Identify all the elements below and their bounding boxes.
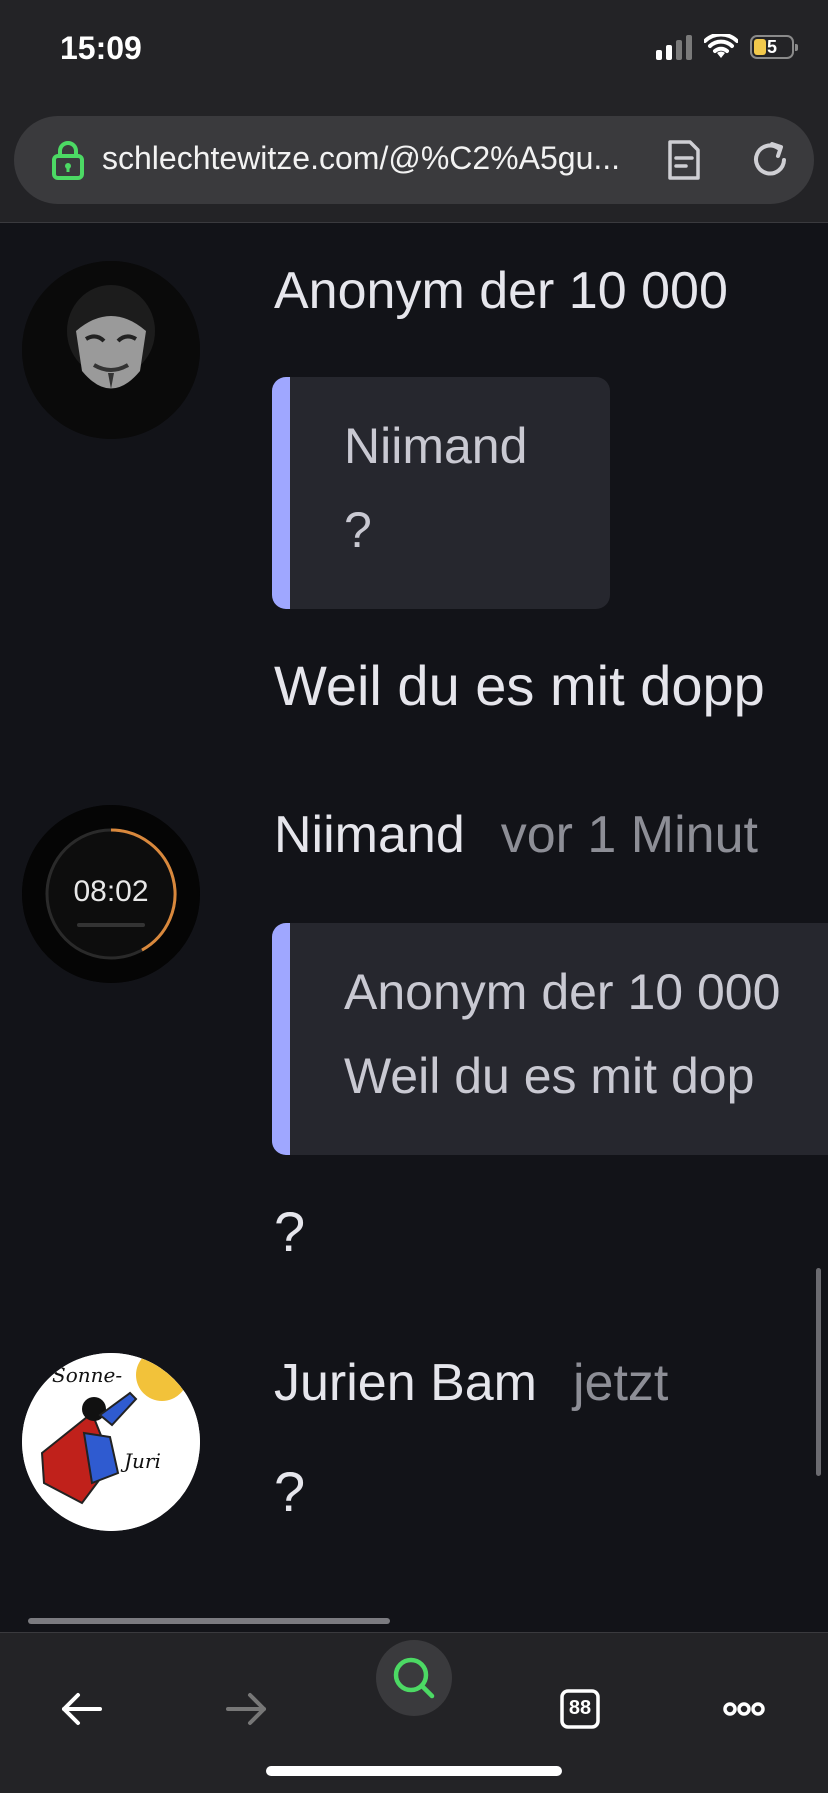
watch-time: 08:02	[73, 875, 149, 908]
quote-author: Niimand	[344, 418, 528, 474]
author-name[interactable]: Niimand	[274, 806, 465, 864]
quote-text: Weil du es mit dop	[344, 1048, 755, 1104]
reload-icon[interactable]	[748, 138, 792, 182]
author-name[interactable]: Jurien Bam	[274, 1354, 537, 1412]
comment-text: Weil du es mit dopp	[274, 654, 765, 717]
battery-level: 5	[766, 36, 777, 57]
horizontal-scrollbar[interactable]	[28, 1618, 390, 1624]
status-time: 15:09	[60, 30, 142, 66]
author-name[interactable]: Anonym der 10 000	[274, 262, 728, 320]
comment-text: ?	[274, 1460, 306, 1523]
home-indicator[interactable]	[266, 1766, 562, 1776]
vertical-scrollbar[interactable]	[816, 1268, 821, 1476]
lock-icon	[52, 141, 84, 180]
comment-author[interactable]: Niimand vor 1 Minut	[274, 805, 758, 865]
search-button[interactable]	[376, 1640, 452, 1716]
avatar-caption-juri: Juri	[124, 1449, 161, 1473]
more-icon[interactable]	[704, 1669, 784, 1749]
browser-chrome: 15:09 5 schlechtewitze.com/@%C2%A5gu...	[0, 0, 828, 223]
back-arrow-icon[interactable]	[42, 1669, 122, 1749]
guy-fawkes-mask-icon	[22, 261, 200, 439]
battery-icon: 5	[750, 35, 798, 59]
avatar-niimand[interactable]: 08:02	[22, 805, 200, 983]
quoted-comment: Anonym der 10 000 Weil du es mit dop	[272, 923, 828, 1155]
cellular-signal-icon	[656, 34, 692, 60]
quoted-comment: Niimand ?	[272, 377, 610, 609]
comment-thread: Anonym der 10 000 Niimand ? Weil du es m…	[0, 223, 828, 1633]
comment-author[interactable]: Jurien Bam jetzt	[274, 1353, 668, 1413]
url-bar[interactable]: schlechtewitze.com/@%C2%A5gu...	[14, 116, 814, 204]
url-text[interactable]: schlechtewitze.com/@%C2%A5gu...	[102, 140, 620, 177]
comment-author[interactable]: Anonym der 10 000	[274, 261, 728, 321]
tabs-count[interactable]: 88	[540, 1697, 620, 1720]
wifi-icon	[704, 34, 738, 58]
avatar-jurien[interactable]: Sonne- Juri	[22, 1353, 200, 1531]
comment-time: vor 1 Minut	[500, 806, 758, 864]
comment-text: ?	[274, 1200, 306, 1263]
quote-author: Anonym der 10 000	[344, 964, 781, 1020]
search-icon[interactable]	[376, 1640, 452, 1716]
status-icons: 5	[656, 34, 798, 60]
comment-time: jetzt	[573, 1354, 669, 1412]
quote-text: ?	[344, 502, 372, 558]
reader-mode-icon[interactable]	[664, 138, 704, 182]
avatar-anonymous[interactable]	[22, 261, 200, 439]
forward-arrow-icon[interactable]	[206, 1669, 286, 1749]
avatar-caption-sonne: Sonne-	[52, 1363, 123, 1387]
